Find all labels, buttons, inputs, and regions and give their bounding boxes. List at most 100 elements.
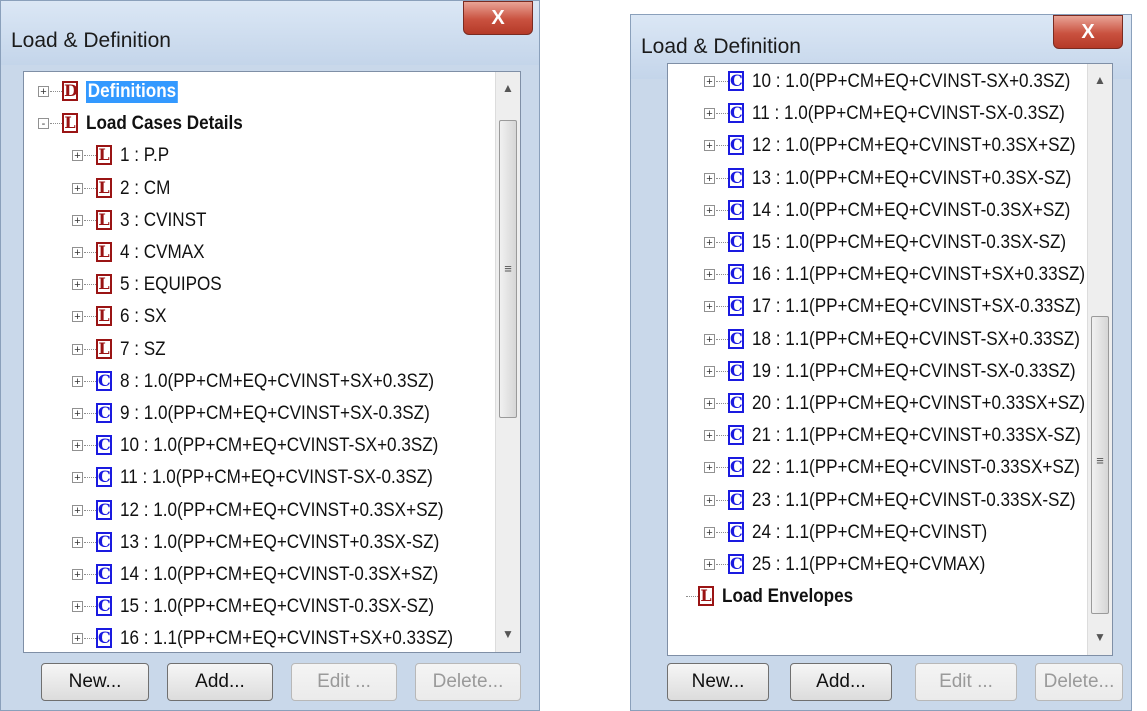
scroll-thumb[interactable]: ≡ bbox=[1091, 316, 1109, 614]
expand-icon[interactable]: + bbox=[72, 569, 83, 581]
load-tree[interactable]: ▲ ≡ ▼ + D Definitions - L Load Cases Details +… bbox=[23, 71, 521, 653]
scroll-down-arrow-icon[interactable]: ▼ bbox=[496, 624, 520, 644]
expand-icon[interactable]: + bbox=[72, 343, 83, 355]
expand-icon[interactable]: + bbox=[72, 633, 83, 645]
close-icon[interactable]: X bbox=[1053, 15, 1123, 49]
expand-icon[interactable]: + bbox=[72, 182, 83, 194]
expand-icon[interactable]: + bbox=[704, 333, 715, 345]
expand-icon[interactable]: + bbox=[704, 269, 715, 281]
load-case-icon: L bbox=[96, 306, 112, 327]
tree-node-label[interactable]: 7 : SZ bbox=[120, 339, 166, 361]
close-icon[interactable]: X bbox=[463, 1, 533, 35]
expand-icon[interactable]: + bbox=[72, 440, 83, 452]
combination-icon: C bbox=[96, 370, 112, 391]
expand-icon[interactable]: + bbox=[72, 214, 83, 226]
tree-node-label[interactable]: 24 : 1.1(PP+CM+EQ+CVINST) bbox=[752, 522, 987, 544]
tree-node-label[interactable]: 17 : 1.1(PP+CM+EQ+CVINST+SX-0.33SZ) bbox=[752, 296, 1081, 318]
expand-icon[interactable]: + bbox=[72, 408, 83, 420]
tree-node-label[interactable]: 9 : 1.0(PP+CM+EQ+CVINST+SX-0.3SZ) bbox=[120, 403, 430, 425]
combination-icon: C bbox=[96, 403, 112, 423]
tree-node-label[interactable]: 25 : 1.1(PP+CM+EQ+CVMAX) bbox=[752, 554, 985, 576]
expand-icon[interactable]: + bbox=[72, 279, 83, 291]
expand-icon[interactable]: + bbox=[38, 86, 49, 98]
tree-node-label[interactable]: 10 : 1.0(PP+CM+EQ+CVINST-SX+0.3SZ) bbox=[120, 435, 438, 457]
tree-node-label[interactable]: 3 : CVINST bbox=[120, 210, 206, 232]
tree-node-label[interactable]: 19 : 1.1(PP+CM+EQ+CVINST-SX-0.33SZ) bbox=[752, 361, 1076, 383]
add-button[interactable]: Add... bbox=[790, 663, 892, 701]
tree-node-label[interactable]: 10 : 1.0(PP+CM+EQ+CVINST-SX+0.3SZ) bbox=[752, 71, 1070, 93]
expand-icon[interactable]: + bbox=[72, 504, 83, 516]
tree-node-label[interactable]: 18 : 1.1(PP+CM+EQ+CVINST-SX+0.33SZ) bbox=[752, 329, 1080, 351]
expand-icon[interactable]: + bbox=[704, 559, 715, 571]
tree-node-label[interactable]: 13 : 1.0(PP+CM+EQ+CVINST+0.3SX-SZ) bbox=[752, 168, 1071, 190]
tree-node-label[interactable]: 1 : P.P bbox=[120, 145, 169, 167]
tree-node-label[interactable]: 20 : 1.1(PP+CM+EQ+CVINST+0.33SX+SZ) bbox=[752, 393, 1085, 415]
edit-button[interactable]: Edit ... bbox=[291, 663, 397, 701]
tree-node-label[interactable]: 12 : 1.0(PP+CM+EQ+CVINST+0.3SX+SZ) bbox=[752, 135, 1076, 157]
tree-node-label[interactable]: 8 : 1.0(PP+CM+EQ+CVINST+SX+0.3SZ) bbox=[120, 371, 434, 393]
combination-icon: C bbox=[96, 435, 112, 456]
tree-node-label[interactable]: 5 : EQUIPOS bbox=[120, 274, 222, 296]
tree-connector bbox=[716, 113, 728, 115]
scroll-up-arrow-icon[interactable]: ▲ bbox=[496, 78, 520, 98]
combination-icon: C bbox=[96, 531, 112, 552]
expand-icon[interactable]: + bbox=[704, 76, 715, 88]
expand-icon[interactable]: + bbox=[72, 536, 83, 548]
tree-node-label[interactable]: 13 : 1.0(PP+CM+EQ+CVINST+0.3SX-SZ) bbox=[120, 532, 439, 554]
expand-icon[interactable]: + bbox=[72, 472, 83, 484]
delete-button[interactable]: Delete... bbox=[1035, 663, 1123, 701]
expand-icon[interactable]: + bbox=[704, 237, 715, 249]
tree-node-label[interactable]: 23 : 1.1(PP+CM+EQ+CVINST-0.33SX-SZ) bbox=[752, 490, 1076, 512]
tree-node-label[interactable]: 14 : 1.0(PP+CM+EQ+CVINST-0.3SX+SZ) bbox=[120, 564, 438, 586]
edit-button[interactable]: Edit ... bbox=[915, 663, 1017, 701]
load-tree[interactable]: ▲ ≡ ▼ + C 10 : 1.0(PP+CM+EQ+CVINST-SX+0.3S… bbox=[667, 63, 1113, 656]
expand-icon[interactable]: + bbox=[704, 365, 715, 377]
expand-icon[interactable]: + bbox=[704, 108, 715, 120]
tree-node-label[interactable]: 21 : 1.1(PP+CM+EQ+CVINST+0.33SX-SZ) bbox=[752, 425, 1081, 447]
expand-icon[interactable]: + bbox=[704, 172, 715, 184]
expand-icon[interactable]: + bbox=[704, 462, 715, 474]
tree-connector bbox=[716, 306, 728, 308]
vertical-scrollbar[interactable]: ▲ ≡ ▼ bbox=[495, 72, 520, 652]
tree-node-label[interactable]: Definitions bbox=[86, 81, 178, 103]
delete-button[interactable]: Delete... bbox=[415, 663, 521, 701]
tree-node-label[interactable]: 15 : 1.0(PP+CM+EQ+CVINST-0.3SX-SZ) bbox=[752, 232, 1066, 254]
tree-node-label[interactable]: Load Envelopes bbox=[722, 586, 853, 608]
expand-icon[interactable]: + bbox=[704, 494, 715, 506]
tree-node-label[interactable]: Load Cases Details bbox=[86, 113, 243, 135]
vertical-scrollbar[interactable]: ▲ ≡ ▼ bbox=[1087, 64, 1112, 655]
expand-icon[interactable]: + bbox=[704, 140, 715, 152]
add-button[interactable]: Add... bbox=[167, 663, 273, 701]
expand-icon[interactable]: + bbox=[704, 430, 715, 442]
expand-icon[interactable]: + bbox=[704, 398, 715, 410]
tree-node-label[interactable]: 11 : 1.0(PP+CM+EQ+CVINST-SX-0.3SZ) bbox=[752, 103, 1065, 125]
expand-icon[interactable]: + bbox=[704, 301, 715, 313]
new-button[interactable]: New... bbox=[41, 663, 149, 701]
tree-connector bbox=[84, 155, 96, 157]
tree-node-label[interactable]: 6 : SX bbox=[120, 306, 167, 328]
scroll-up-arrow-icon[interactable]: ▲ bbox=[1088, 70, 1112, 90]
new-button[interactable]: New... bbox=[667, 663, 769, 701]
tree-node-label[interactable]: 16 : 1.1(PP+CM+EQ+CVINST+SX+0.33SZ) bbox=[120, 628, 453, 650]
tree-node-label[interactable]: 14 : 1.0(PP+CM+EQ+CVINST-0.3SX+SZ) bbox=[752, 200, 1070, 222]
expand-icon[interactable]: + bbox=[704, 526, 715, 538]
title-bar[interactable]: Load & Definition X bbox=[1, 1, 539, 65]
tree-node-label[interactable]: 16 : 1.1(PP+CM+EQ+CVINST+SX+0.33SZ) bbox=[752, 264, 1085, 286]
collapse-icon[interactable]: - bbox=[38, 118, 49, 130]
tree-node-label[interactable]: 2 : CM bbox=[120, 178, 170, 200]
scroll-thumb[interactable]: ≡ bbox=[499, 120, 517, 418]
expand-icon[interactable]: + bbox=[72, 601, 83, 613]
tree-node-label[interactable]: 22 : 1.1(PP+CM+EQ+CVINST-0.33SX+SZ) bbox=[752, 457, 1080, 479]
tree-node-label[interactable]: 11 : 1.0(PP+CM+EQ+CVINST-SX-0.3SZ) bbox=[120, 467, 433, 489]
expand-icon[interactable]: + bbox=[704, 204, 715, 216]
tree-node-label[interactable]: 15 : 1.0(PP+CM+EQ+CVINST-0.3SX-SZ) bbox=[120, 596, 434, 618]
tree-node-label[interactable]: 4 : CVMAX bbox=[120, 242, 205, 264]
expand-icon[interactable]: + bbox=[72, 150, 83, 162]
tree-node-label[interactable]: 12 : 1.0(PP+CM+EQ+CVINST+0.3SX+SZ) bbox=[120, 500, 444, 522]
expand-icon[interactable]: + bbox=[72, 311, 83, 323]
expand-icon[interactable]: + bbox=[72, 375, 83, 387]
expand-icon[interactable]: + bbox=[72, 247, 83, 259]
tree-connector bbox=[84, 413, 96, 414]
combination-icon: C bbox=[96, 499, 112, 520]
scroll-down-arrow-icon[interactable]: ▼ bbox=[1088, 627, 1112, 647]
